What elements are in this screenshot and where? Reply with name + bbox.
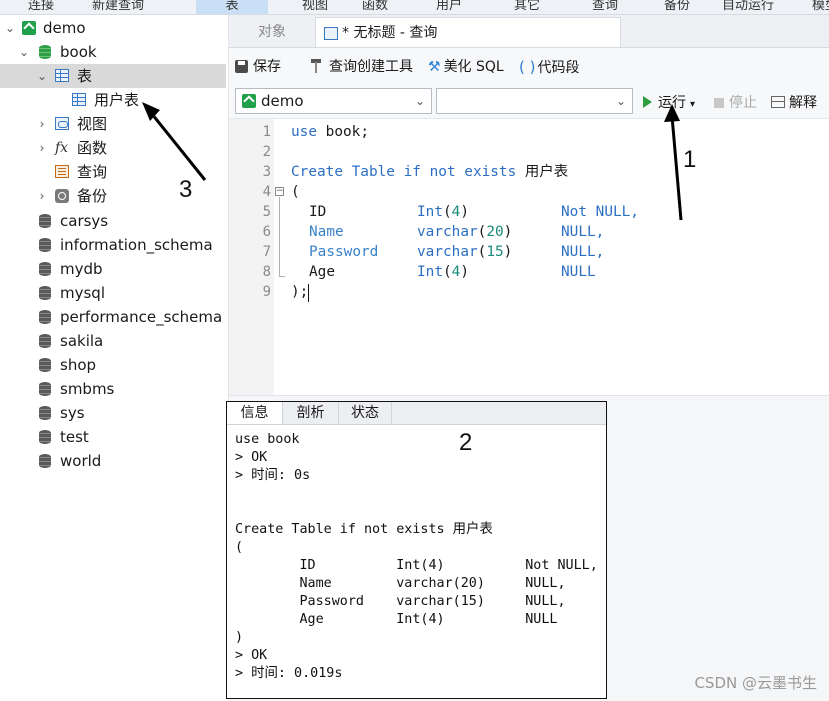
annotation-arrows: [142, 102, 683, 221]
callout-2: 2: [459, 429, 473, 456]
arrow-to-user-table: [142, 102, 207, 181]
callout-1: 1: [683, 146, 697, 173]
arrow-to-run: [664, 104, 683, 221]
watermark: CSDN @云墨书生: [694, 674, 817, 692]
callout-3: 3: [179, 176, 193, 203]
